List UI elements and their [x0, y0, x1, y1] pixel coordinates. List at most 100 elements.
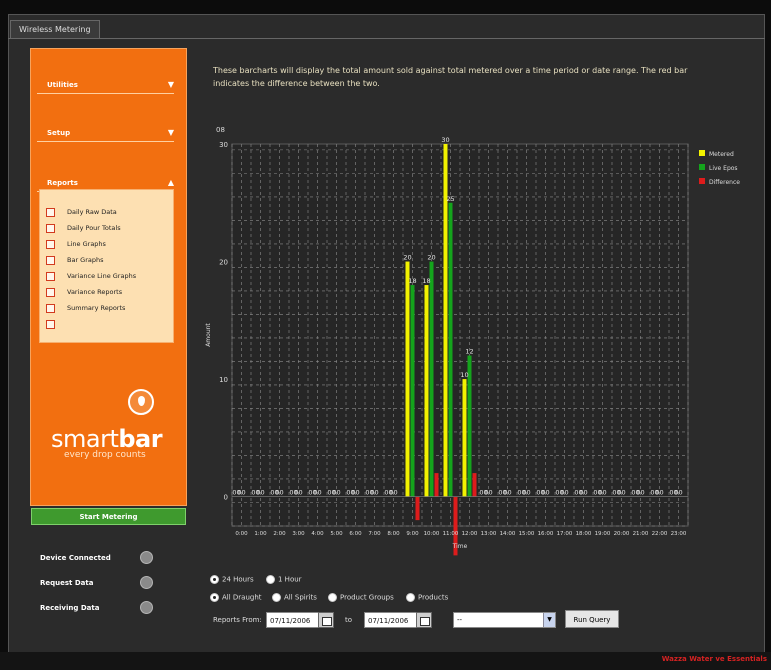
sidebar: Utilities ▼ Setup ▼ Reports ▲ Daily Raw … [30, 48, 187, 506]
start-metering-button[interactable]: Start Metering [31, 508, 186, 525]
report-item-daily-raw-data[interactable]: Daily Raw Data [46, 207, 117, 221]
report-item-variance-reports[interactable]: Variance Reports [46, 287, 122, 301]
y-tick-label: 10 [219, 376, 228, 384]
radio-button[interactable] [210, 575, 219, 584]
x-tick-label: 23:00 [671, 531, 687, 537]
calendar-icon[interactable] [416, 612, 432, 628]
checkbox[interactable] [46, 319, 55, 329]
radio-button[interactable] [210, 593, 219, 602]
radio-product-groups[interactable]: Product Groups [328, 593, 394, 602]
status-indicator-icon [140, 576, 153, 589]
bar-difference [434, 473, 439, 497]
reports-panel: Daily Raw Data Daily Pour Totals Line Gr… [39, 189, 174, 343]
data-label: 00 [389, 489, 397, 497]
x-tick-label: 10:00 [424, 531, 440, 537]
radio-1-hour[interactable]: 1 Hour [266, 575, 302, 584]
data-label: 00 [579, 489, 587, 497]
bar-metered [462, 379, 467, 497]
sidebar-section-utilities[interactable]: Utilities ▼ [37, 79, 174, 94]
y-axis-label: Amount [205, 323, 212, 347]
data-label: 10 [460, 371, 468, 379]
brand-tagline: every drop counts [64, 450, 146, 460]
bar-difference [415, 496, 420, 521]
x-tick-label: 3:00 [292, 531, 305, 537]
x-tick-label: 19:00 [595, 531, 611, 537]
status-indicator-icon [140, 601, 153, 614]
checkbox[interactable] [46, 223, 55, 233]
data-label: 00 [275, 489, 283, 497]
status-bar [0, 652, 771, 670]
y-tick-label: 30 [219, 141, 228, 149]
status-request-data: Request Data [40, 579, 94, 587]
radio-all-spirits[interactable]: All Spirits [272, 593, 317, 602]
x-tick-label: 5:00 [330, 531, 343, 537]
sidebar-section-label: Setup [47, 129, 71, 137]
sidebar-section-setup[interactable]: Setup ▼ [37, 127, 174, 142]
legend-swatch [699, 164, 705, 170]
report-item-line-graphs[interactable]: Line Graphs [46, 239, 106, 253]
droplet-logo-icon [128, 389, 154, 415]
radio-all-draught[interactable]: All Draught [210, 593, 262, 602]
radio-24-hours[interactable]: 24 Hours [210, 575, 254, 584]
data-label: 18 [408, 277, 416, 285]
calendar-icon[interactable] [318, 612, 334, 628]
data-label: 00 [332, 489, 340, 497]
chart-grid [231, 143, 689, 527]
x-tick-label: 2:00 [273, 531, 286, 537]
checkbox[interactable] [46, 207, 55, 217]
product-select[interactable]: -- ▼ [453, 612, 556, 628]
report-item-bar-graphs[interactable]: Bar Graphs [46, 255, 104, 269]
radio-button[interactable] [328, 593, 337, 602]
data-label: 00 [370, 489, 378, 497]
y-tick-label: 20 [219, 259, 228, 267]
data-label: 00 [484, 489, 492, 497]
x-tick-label: 8:00 [387, 531, 400, 537]
chart-description: These barcharts will display the total a… [213, 66, 688, 88]
report-item-variance-line-graphs[interactable]: Variance Line Graphs [46, 271, 136, 285]
checkbox[interactable] [46, 239, 55, 249]
tab-divider [8, 38, 765, 39]
radio-products[interactable]: Products [406, 593, 448, 602]
x-tick-label: 7:00 [368, 531, 381, 537]
radio-button[interactable] [266, 575, 275, 584]
date-from-input[interactable]: 07/11/2006 [266, 612, 322, 628]
data-label: 00 [617, 489, 625, 497]
date-to-input[interactable]: 07/11/2006 [364, 612, 420, 628]
radio-button[interactable] [406, 593, 415, 602]
x-tick-label: 16:00 [538, 531, 554, 537]
bar-live-epos [410, 285, 415, 497]
report-item-daily-pour-totals[interactable]: Daily Pour Totals [46, 223, 121, 237]
footer-text: Wazza Water ve Essentials [661, 655, 767, 663]
checkbox[interactable] [46, 255, 55, 265]
data-label: 00 [313, 489, 321, 497]
bar-metered [424, 285, 429, 497]
run-query-button[interactable]: Run Query [565, 610, 619, 628]
data-label: 00 [598, 489, 606, 497]
checkbox[interactable] [46, 271, 55, 281]
tab-wireless-metering[interactable]: Wireless Metering [10, 20, 100, 39]
x-tick-label: 0:00 [235, 531, 248, 537]
legend-swatch [699, 150, 705, 156]
data-label: 00 [541, 489, 549, 497]
legend-swatch [699, 178, 705, 184]
status-device-connected: Device Connected [40, 554, 111, 562]
legend-label: Difference [709, 179, 740, 186]
x-tick-label: 21:00 [633, 531, 649, 537]
data-label: 18 [422, 277, 430, 285]
radio-button[interactable] [272, 593, 281, 602]
y-tick-label: 0 [224, 494, 228, 502]
x-tick-label: 17:00 [557, 531, 573, 537]
x-tick-label: 15:00 [519, 531, 535, 537]
brand-logo: smartbar [51, 425, 163, 453]
x-tick-label: 1:00 [254, 531, 267, 537]
reports-from-label: Reports From: [213, 616, 262, 624]
chevron-down-icon: ▼ [167, 80, 174, 89]
checkbox[interactable] [46, 303, 55, 313]
data-label: 20 [427, 254, 435, 262]
data-label: 20 [403, 254, 411, 262]
checkbox[interactable] [46, 287, 55, 297]
report-item-blank[interactable] [46, 319, 67, 333]
x-tick-label: 6:00 [349, 531, 362, 537]
report-item-summary-reports[interactable]: Summary Reports [46, 303, 125, 317]
x-axis-label: Time [452, 543, 468, 550]
